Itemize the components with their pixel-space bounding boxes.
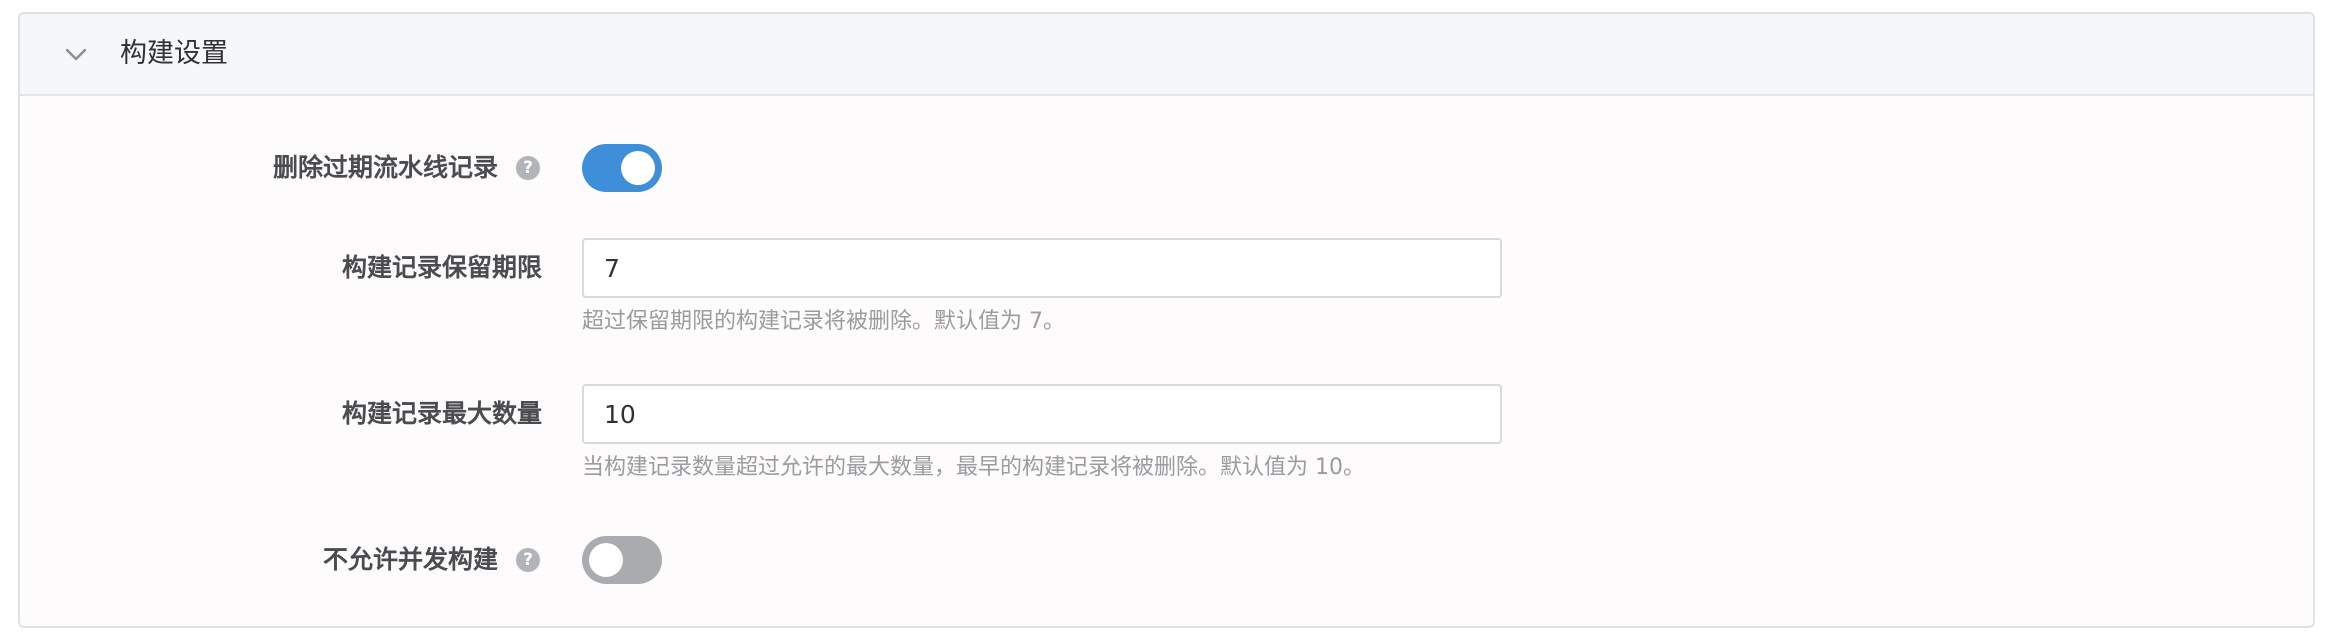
question-circle-icon[interactable]: ? xyxy=(516,548,540,572)
retention-days-label-group: 构建记录保留期限 xyxy=(20,248,542,288)
max-records-input[interactable] xyxy=(582,384,1502,444)
panel-header[interactable]: 构建设置 xyxy=(20,14,2313,96)
panel-title: 构建设置 xyxy=(120,38,228,69)
retention-days-label: 构建记录保留期限 xyxy=(341,253,542,282)
max-records-label: 构建记录最大数量 xyxy=(341,399,542,428)
disallow-concurrent-label-group: 不允许并发构建 ? xyxy=(20,540,540,580)
retention-days-hint: 超过保留期限的构建记录将被删除。默认值为 7。 xyxy=(582,309,1065,334)
max-records-hint: 当构建记录数量超过允许的最大数量，最早的构建记录将被删除。默认值为 10。 xyxy=(582,455,1365,480)
toggle-knob xyxy=(589,543,623,577)
retention-days-input[interactable] xyxy=(582,238,1502,298)
delete-expired-label-group: 删除过期流水线记录 ? xyxy=(20,148,540,188)
chevron-down-icon[interactable] xyxy=(62,40,90,68)
toggle-knob xyxy=(621,151,655,185)
build-settings-panel: 构建设置 删除过期流水线记录 ? 构建记录保留期限 超过保留期限的构建记录将被删… xyxy=(18,12,2315,628)
disallow-concurrent-toggle[interactable] xyxy=(582,536,662,584)
max-records-label-group: 构建记录最大数量 xyxy=(20,394,542,434)
delete-expired-label: 删除过期流水线记录 xyxy=(272,153,498,182)
delete-expired-toggle[interactable] xyxy=(582,144,662,192)
disallow-concurrent-label: 不允许并发构建 xyxy=(322,545,498,574)
question-circle-icon[interactable]: ? xyxy=(516,156,540,180)
